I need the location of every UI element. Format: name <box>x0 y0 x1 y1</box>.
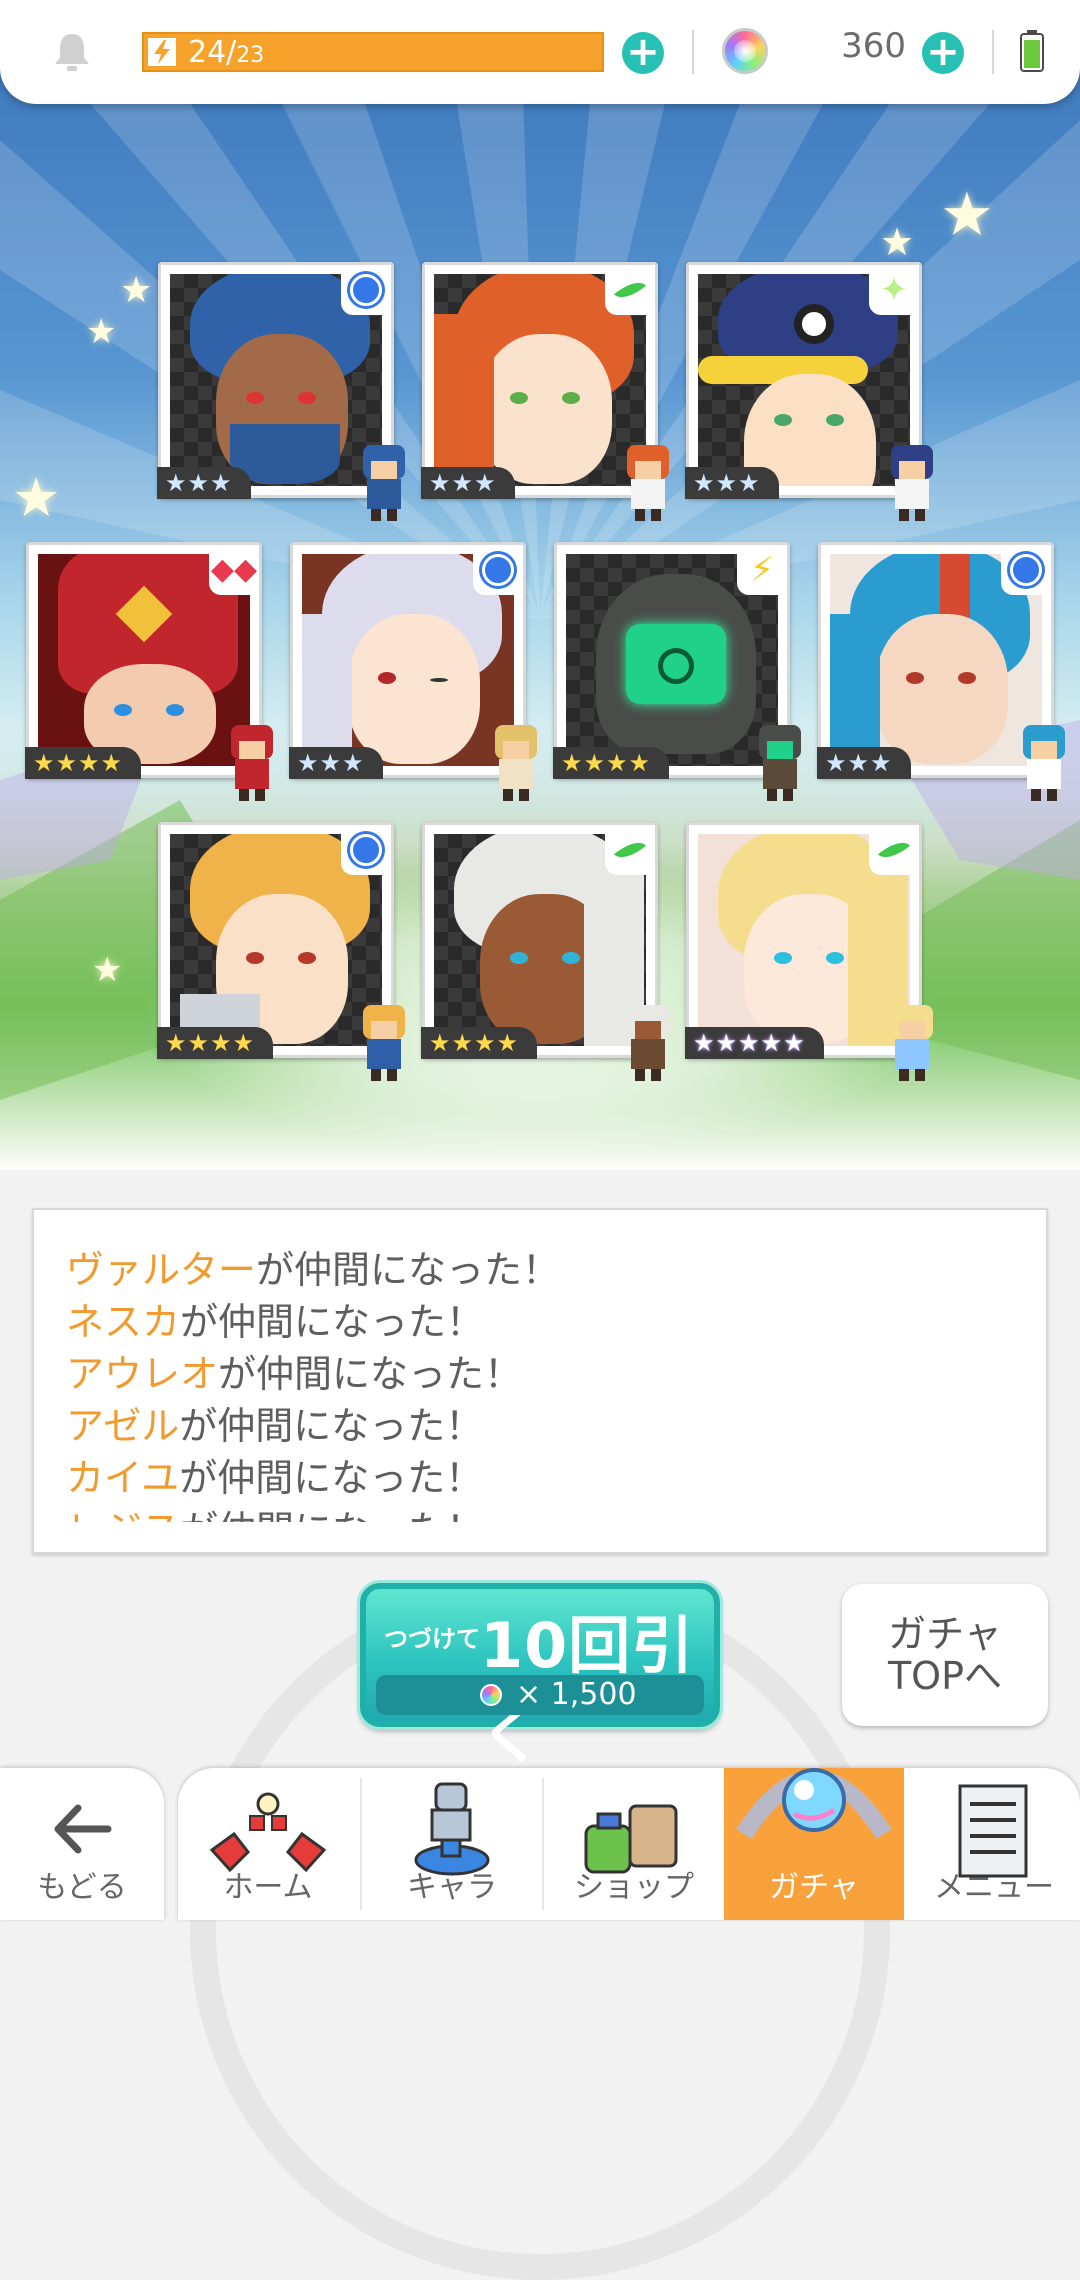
leaf-attribute-icon <box>869 825 919 875</box>
character-card[interactable]: ★★★★ <box>421 822 669 1081</box>
rainbow-orb-icon <box>480 1684 502 1706</box>
character-card[interactable]: ★★★ <box>817 542 1065 801</box>
back-label: もどる <box>37 1870 127 1905</box>
rarity-stars: ★★★ <box>157 467 251 499</box>
fire-attribute-icon: ◆◆ <box>209 545 259 595</box>
rarity-stars: ★★★ <box>289 747 383 779</box>
gacha-top-button[interactable]: ガチャ TOPへ <box>842 1584 1048 1726</box>
log-line: アゼルが仲間になった！ <box>66 1404 484 1448</box>
pixel-sprite <box>221 719 283 803</box>
sparkle-star-icon: ★ <box>92 950 123 990</box>
gacha-orb-icon <box>736 1768 892 1839</box>
character-card[interactable]: ★★★★★ <box>685 822 933 1081</box>
character-card[interactable]: ★★★ <box>421 262 669 521</box>
pixel-sprite <box>881 999 943 1083</box>
back-button[interactable]: もどる <box>0 1768 164 1920</box>
character-card[interactable]: ★★★ <box>289 542 537 801</box>
rarity-stars: ★★★★ <box>553 747 670 779</box>
divider <box>692 30 694 74</box>
gacha-top-label-2: TOPへ <box>887 1654 1003 1698</box>
rarity-stars: ★★★★ <box>421 1027 538 1059</box>
rarity-stars: ★★★ <box>817 747 911 779</box>
pixel-sprite <box>617 999 679 1083</box>
pixel-sprite <box>881 439 943 523</box>
status-bar: 24/23 + 360 + <box>0 0 1080 104</box>
rarity-stars: ★★★★ <box>25 747 142 779</box>
water-attribute-icon <box>473 545 523 595</box>
pixel-sprite <box>353 439 415 523</box>
leaf-attribute-icon <box>605 265 655 315</box>
leaf-attribute-icon <box>605 825 655 875</box>
nav-gacha[interactable]: ガチャ <box>724 1768 904 1920</box>
orb-count: 360 <box>841 26 906 66</box>
nav-shop[interactable]: ショップ <box>544 1768 724 1920</box>
bottom-nav: ホーム キャラ ショップ ガチャ メニュー <box>178 1768 1080 1920</box>
nav-label: キャラ <box>407 1870 497 1905</box>
add-stamina-button[interactable]: + <box>622 32 664 74</box>
bolt-icon <box>148 38 176 66</box>
rarity-stars: ★★★★ <box>157 1027 274 1059</box>
nav-label: ショップ <box>574 1870 694 1905</box>
sparkle-star-icon: ★ <box>12 466 61 529</box>
log-line: ネスカが仲間になった！ <box>66 1300 485 1344</box>
sparkle-star-icon: ★ <box>880 220 915 264</box>
pixel-sprite <box>617 439 679 523</box>
gacha-top-label-1: ガチャ <box>888 1612 1002 1656</box>
log-line: レジスが仲間になった！ <box>66 1504 1006 1522</box>
log-line: ヴァルターが仲間になった！ <box>66 1248 561 1292</box>
pull-10-again-button[interactable]: つづけて 10回引く × 1,500 <box>360 1583 720 1772</box>
sparkle-star-icon: ★ <box>86 312 117 352</box>
add-orb-button[interactable]: + <box>922 32 964 74</box>
pull-cost-value: × 1,500 <box>516 1677 637 1712</box>
pull-button-prefix: つづけて <box>384 1625 480 1653</box>
nav-home[interactable]: ホーム <box>178 1768 358 1920</box>
nav-label: メニュー <box>934 1870 1054 1905</box>
nav-characters[interactable]: キャラ <box>362 1768 542 1920</box>
sparkle-star-icon: ★ <box>940 180 994 250</box>
battery-icon <box>1020 30 1044 72</box>
stamina-bar: 24/23 <box>142 32 604 72</box>
rarity-stars: ★★★ <box>685 467 779 499</box>
character-card[interactable]: ★★★★ <box>157 822 405 1081</box>
character-card[interactable]: ⚡ ★★★★ <box>553 542 801 801</box>
water-attribute-icon <box>341 825 391 875</box>
water-attribute-icon <box>1001 545 1051 595</box>
pixel-sprite <box>1013 719 1075 803</box>
result-log-list[interactable]: ヴァルターが仲間になった！ ネスカが仲間になった！ アウレオが仲間になった！ ア… <box>66 1244 1006 1522</box>
divider <box>992 30 994 74</box>
light-attribute-icon: ✦ <box>869 265 919 315</box>
rarity-stars: ★★★ <box>421 467 515 499</box>
result-log-panel: ヴァルターが仲間になった！ ネスカが仲間になった！ アウレオが仲間になった！ ア… <box>32 1208 1048 1554</box>
character-card[interactable]: ✦ ★★★ <box>685 262 933 521</box>
log-line: アウレオが仲間になった！ <box>66 1352 523 1396</box>
water-attribute-icon <box>341 265 391 315</box>
log-line: カイユが仲間になった！ <box>66 1456 484 1500</box>
nav-label: ホーム <box>223 1870 313 1905</box>
character-card[interactable]: ★★★ <box>157 262 405 521</box>
bell-icon[interactable] <box>50 30 94 74</box>
rarity-stars: ★★★★★ <box>685 1027 824 1059</box>
thunder-attribute-icon: ⚡ <box>737 545 787 595</box>
sparkle-star-icon: ★ <box>120 270 153 311</box>
stamina-value: 24/23 <box>188 35 265 70</box>
nav-menu[interactable]: メニュー <box>904 1768 1080 1920</box>
pixel-sprite <box>353 999 415 1083</box>
rainbow-orb-icon <box>722 28 768 74</box>
pixel-sprite <box>749 719 811 803</box>
arrow-back-icon <box>54 1804 112 1854</box>
character-card[interactable]: ◆◆ ★★★★ <box>25 542 273 801</box>
pixel-sprite <box>485 719 547 803</box>
nav-label: ガチャ <box>769 1870 859 1905</box>
gacha-result-scene: ★ ★ ★ ★ ★ ★ ★★★ ★★★ ✦ ★★★ ◆◆ ★★★★ ★★★ ⚡ … <box>0 0 1080 1170</box>
pull-cost: × 1,500 <box>376 1675 704 1715</box>
